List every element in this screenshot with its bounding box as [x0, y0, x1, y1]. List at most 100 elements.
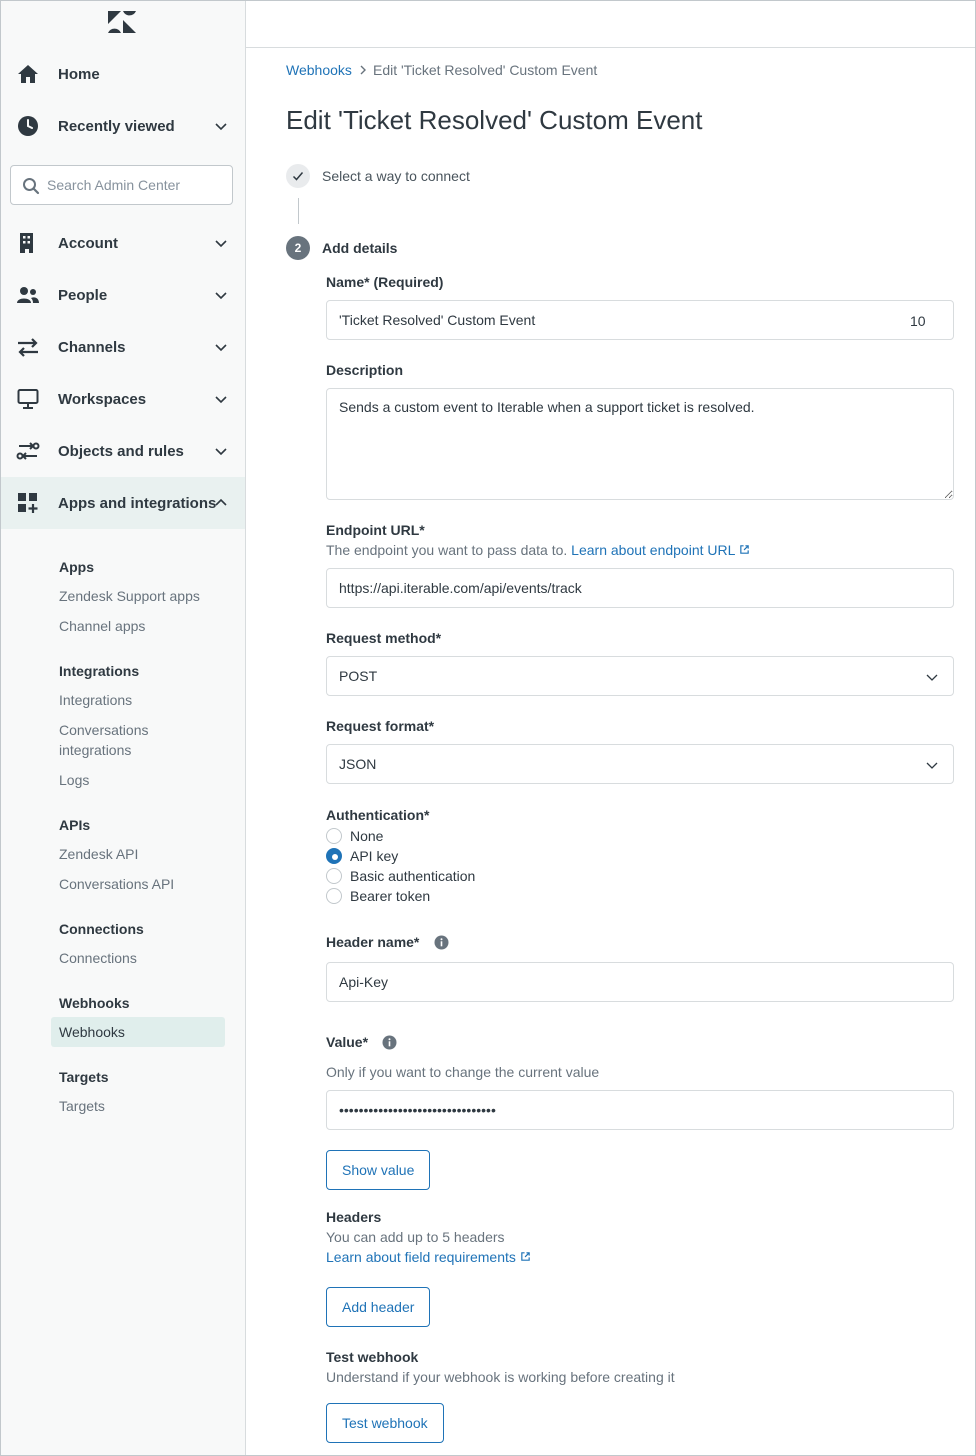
sidebar-link-conversations-api[interactable]: Conversations API [59, 874, 174, 894]
nav-item-channels[interactable]: Channels [1, 321, 245, 373]
header-name-input[interactable] [326, 962, 954, 1002]
endpoint-url-label: Endpoint URL* [326, 522, 425, 538]
section-heading-webhooks: Webhooks [59, 995, 130, 1011]
nav-label: Account [58, 234, 118, 252]
sidebar-link-webhooks[interactable]: Webhooks [51, 1017, 225, 1047]
chevron-down-icon [926, 762, 938, 769]
sidebar-link-conversations-integrations[interactable]: Conversations integrations [59, 720, 209, 760]
name-input[interactable] [326, 300, 954, 340]
authentication-label: Authentication* [326, 807, 430, 823]
external-link-icon [521, 1252, 530, 1261]
nav-item-account[interactable]: Account [1, 217, 245, 269]
endpoint-url-input[interactable] [326, 568, 954, 608]
nav-item-objects-and-rules[interactable]: Objects and rules [1, 425, 245, 477]
building-icon [20, 233, 33, 253]
chevron-down-icon [215, 448, 227, 456]
page-title: Edit 'Ticket Resolved' Custom Event [286, 105, 703, 135]
checkmark-icon [292, 172, 304, 181]
main-content: Webhooks Edit 'Ticket Resolved' Custom E… [246, 48, 975, 1455]
monitor-icon [17, 389, 39, 409]
request-format-select[interactable]: JSON [326, 744, 954, 784]
learn-about-field-requirements-link[interactable]: Learn about field requirements [326, 1249, 531, 1265]
chevron-down-icon [215, 344, 227, 352]
search-icon [23, 178, 40, 195]
section-heading-integrations: Integrations [59, 663, 140, 679]
description-label: Description [326, 362, 404, 378]
chevron-down-icon [215, 240, 227, 248]
auth-option-api-key[interactable]: API key [326, 846, 398, 866]
sidebar-link-integrations[interactable]: Integrations [59, 690, 132, 710]
nav-label: Home [58, 65, 100, 83]
nav-item-home[interactable]: Home [1, 48, 245, 100]
radio-label: None [350, 828, 384, 844]
value-masked-input[interactable]: •••••••••••••••••••••••••••••••• [326, 1090, 954, 1130]
step-2-label: Add details [322, 240, 398, 256]
info-icon[interactable] [434, 935, 449, 950]
search-input[interactable] [47, 174, 227, 196]
radio-label: API key [350, 848, 399, 864]
sidebar-link-channel-apps[interactable]: Channel apps [59, 616, 145, 636]
auth-option-basic-authentication[interactable]: Basic authentication [326, 866, 475, 886]
chevron-down-icon [215, 292, 227, 300]
section-heading-connections: Connections [59, 921, 144, 937]
add-header-button[interactable]: Add header [326, 1287, 431, 1327]
header-name-label: Header name* [326, 934, 420, 950]
home-icon [18, 65, 38, 83]
sidebar: Home Recently viewed Search Admin Center… [1, 1, 246, 1455]
name-label: Name* (Required) [326, 274, 444, 290]
test-webhook-label: Test webhook [326, 1349, 419, 1365]
nav-item-recently-viewed[interactable]: Recently viewed [1, 100, 245, 152]
nav-label: Objects and rules [58, 442, 184, 460]
radio-label: Bearer token [350, 888, 431, 904]
nav-label: Channels [58, 338, 126, 356]
app-window: Home Recently viewed Search Admin Center… [0, 0, 976, 1456]
auth-option-bearer-token[interactable]: Bearer token [326, 886, 430, 906]
breadcrumb-webhooks-link[interactable]: Webhooks [286, 62, 352, 78]
chevron-down-icon [926, 674, 938, 681]
radio-basic-authentication[interactable] [326, 868, 342, 884]
step-connector [298, 198, 299, 224]
nav-item-workspaces[interactable]: Workspaces [1, 373, 245, 425]
clock-icon [18, 116, 38, 136]
show-value-button[interactable]: Show value [326, 1150, 431, 1190]
section-heading-targets: Targets [59, 1069, 109, 1085]
step-2-number: 2 [286, 236, 310, 260]
radio-api-key[interactable] [326, 848, 342, 864]
radio-bearer-token[interactable] [326, 888, 342, 904]
nav-label: Apps and integrations [58, 494, 217, 512]
link-text: Learn about field requirements [326, 1249, 516, 1265]
sidebar-link-connections[interactable]: Connections [59, 948, 137, 968]
auth-option-none[interactable]: None [326, 826, 383, 846]
info-icon[interactable] [382, 1035, 397, 1050]
link-text: Learn about endpoint URL [571, 542, 736, 558]
nav-item-apps-and-integrations[interactable]: Apps and integrations [1, 477, 245, 529]
request-method-select[interactable]: POST [326, 656, 954, 696]
radio-none[interactable] [326, 828, 342, 844]
chevron-right-icon [360, 65, 366, 75]
value-label: Value* [326, 1034, 369, 1050]
top-bar [246, 1, 975, 48]
headers-hint: You can add up to 5 headers [326, 1229, 505, 1245]
nav-label: Recently viewed [58, 117, 175, 135]
chevron-down-icon [215, 123, 227, 131]
nav-item-people[interactable]: People [1, 269, 245, 321]
description-textarea[interactable]: Sends a custom event to Iterable when a … [326, 388, 954, 500]
arrows-icon [18, 338, 38, 357]
step-1-label[interactable]: Select a way to connect [322, 168, 470, 184]
people-icon [17, 287, 39, 303]
sidebar-link-zendesk-api[interactable]: Zendesk API [59, 844, 138, 864]
request-method-label: Request method* [326, 630, 442, 646]
breadcrumb-current: Edit 'Ticket Resolved' Custom Event [373, 62, 598, 78]
learn-about-endpoint-url-link[interactable]: Learn about endpoint URL [571, 542, 750, 558]
value-hint: Only if you want to change the current v… [326, 1064, 600, 1080]
sidebar-link-targets[interactable]: Targets [59, 1096, 105, 1116]
headers-label: Headers [326, 1209, 382, 1225]
search-admin-center[interactable] [10, 165, 233, 205]
rules-icon [16, 442, 40, 460]
test-webhook-button[interactable]: Test webhook [326, 1403, 444, 1443]
nav-label: Workspaces [58, 390, 147, 408]
section-heading-apps: Apps [59, 559, 94, 575]
sidebar-link-zendesk-support-apps[interactable]: Zendesk Support apps [59, 586, 200, 606]
zendesk-logo-icon[interactable] [108, 11, 136, 33]
sidebar-link-logs[interactable]: Logs [59, 770, 89, 790]
